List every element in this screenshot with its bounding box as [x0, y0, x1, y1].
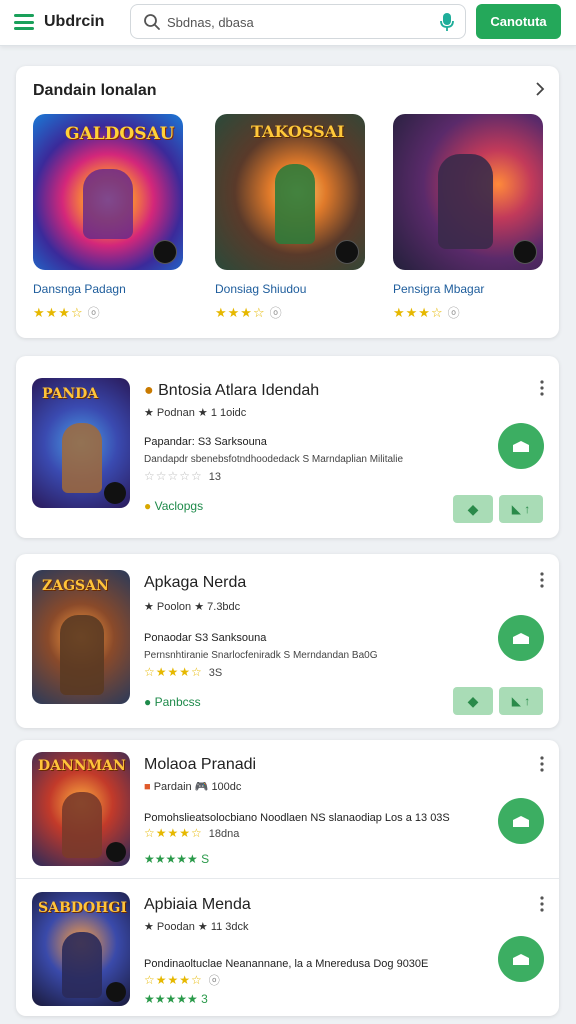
download-icon	[513, 441, 529, 452]
artwork-logo-text: DANNMAN	[38, 758, 126, 774]
platform-badge-icon	[104, 482, 126, 504]
more-options-icon[interactable]	[539, 572, 545, 588]
info-icon: ⓞ	[87, 306, 100, 320]
featured-item-name: Pensigra Mbagar	[393, 282, 485, 296]
game-artwork: GALDOSAU	[33, 114, 183, 270]
mic-icon[interactable]	[439, 12, 455, 32]
chevron-right-icon[interactable]	[535, 82, 545, 96]
info-icon: ⓞ	[269, 306, 282, 320]
game-artwork	[393, 114, 543, 270]
menu-icon[interactable]	[14, 14, 34, 30]
more-options-icon[interactable]	[539, 896, 545, 912]
install-button[interactable]	[498, 423, 544, 469]
install-button[interactable]	[498, 798, 544, 844]
star-rating: ★★★☆ ⓞ	[215, 305, 282, 320]
app-subtitle: Pomohslieatsolocbiano Noodlaen NS slanao…	[144, 812, 450, 824]
app-rating-summary: ★★★★★ 3	[144, 992, 208, 1006]
featured-item-name: Donsiag Shiudou	[215, 282, 307, 296]
app-meta: ★ Podnan ★ 1 1oidc	[144, 407, 247, 419]
app-card[interactable]: PANDA ● Bntosia Atlara Idendah ★ Podnan …	[16, 356, 559, 538]
platform-badge-icon	[335, 240, 359, 264]
platform-badge-icon	[106, 982, 126, 1002]
platform-badge-icon	[106, 842, 126, 862]
app-star-rating: ☆☆☆☆☆ 13	[144, 469, 222, 483]
artwork-logo-text: PANDA	[42, 386, 99, 402]
app-tag: ● Vaclopgs	[144, 499, 204, 513]
app-subtitle: Pondinaoltuclae Neanannane, la a Mneredu…	[144, 958, 429, 970]
app-meta: ★ Poodan ★ 11 3dck	[144, 921, 249, 933]
download-icon	[513, 954, 529, 965]
more-options-icon[interactable]	[539, 380, 545, 396]
artwork-logo-text: SABDOHGI	[38, 900, 127, 916]
install-button[interactable]	[498, 936, 544, 982]
app-list-card: DANNMAN Molaoa Pranadi ■ Pardain 🎮 100dc…	[16, 740, 559, 1016]
cta-button[interactable]: Canotuta	[476, 4, 561, 39]
app-rating-summary: ★★★★★ S	[144, 852, 210, 866]
download-icon	[513, 816, 529, 827]
featured-item[interactable]: GALDOSAU Dansnga Padagn ★★★☆ ⓞ	[33, 114, 183, 321]
search-input[interactable]: Sbdnas, dbasa	[130, 4, 466, 39]
featured-item[interactable]: Pensigra Mbagar ★★★☆ ⓞ	[393, 114, 543, 321]
app-star-rating: ☆★★★☆ ⓞ	[144, 973, 220, 987]
star-rating: ★★★☆ ⓞ	[393, 305, 460, 320]
app-artwork: DANNMAN	[32, 752, 130, 866]
artwork-logo-text: TAKOSSAI	[251, 122, 345, 141]
featured-title: Dandain lonalan	[33, 82, 157, 99]
app-meta: ★ Poolon ★ 7.3bdc	[144, 601, 241, 613]
app-brand: Ubdrcin	[44, 13, 105, 30]
app-artwork: SABDOHGI	[32, 892, 130, 1006]
app-star-rating: ☆★★★☆ 18dna	[144, 826, 240, 840]
platform-badge-icon	[153, 240, 177, 264]
install-button[interactable]	[498, 615, 544, 661]
tag-icon-button[interactable]: ◆	[453, 495, 493, 523]
share-icon-button[interactable]: ◣ ↑	[499, 495, 543, 523]
more-options-icon[interactable]	[539, 756, 545, 772]
app-subtitle: Ponaodar S3 Sanksouna	[144, 632, 267, 644]
share-icon-button[interactable]: ◣ ↑	[499, 687, 543, 715]
download-icon	[513, 633, 529, 644]
artwork-logo-text: ZAGSAN	[42, 578, 109, 594]
app-meta: ■ Pardain 🎮 100dc	[144, 781, 242, 793]
app-artwork: ZAGSAN	[32, 570, 130, 704]
star-rating: ★★★☆ ⓞ	[33, 305, 100, 320]
featured-item[interactable]: TAKOSSAI Donsiag Shiudou ★★★☆ ⓞ	[215, 114, 365, 321]
info-icon: ⓞ	[208, 975, 220, 987]
app-title: ● Bntosia Atlara Idendah	[144, 382, 320, 399]
app-tag: ● Panbcss	[144, 695, 201, 709]
search-icon	[144, 14, 160, 30]
app-title: Apbiaia Menda	[144, 896, 251, 913]
platform-badge-icon	[513, 240, 537, 264]
game-artwork: TAKOSSAI	[215, 114, 365, 270]
app-description: Pernsnhtiranie Snarlocfeniradk S Merndan…	[144, 650, 378, 661]
app-artwork: PANDA	[32, 378, 130, 508]
app-title: Apkaga Nerda	[144, 574, 247, 591]
featured-section: Dandain lonalan GALDOSAU Dansnga Padagn …	[16, 66, 559, 338]
divider	[16, 878, 559, 879]
app-card[interactable]: ZAGSAN Apkaga Nerda ★ Poolon ★ 7.3bdc Po…	[16, 554, 559, 728]
app-star-rating: ☆★★★☆ 3S	[144, 665, 223, 679]
app-subtitle: Papandar: S3 Sarksouna	[144, 436, 267, 448]
app-title: Molaoa Pranadi	[144, 756, 257, 773]
artwork-logo-text: GALDOSAU	[65, 124, 175, 144]
app-description: Dandapdr sbenebsfotndhoodedack S Marndap…	[144, 454, 404, 465]
info-icon: ⓞ	[447, 306, 460, 320]
featured-item-name: Dansnga Padagn	[33, 282, 126, 296]
top-bar: Ubdrcin Sbdnas, dbasa Canotuta	[0, 0, 576, 46]
search-placeholder: Sbdnas, dbasa	[167, 15, 254, 30]
tag-icon-button[interactable]: ◆	[453, 687, 493, 715]
